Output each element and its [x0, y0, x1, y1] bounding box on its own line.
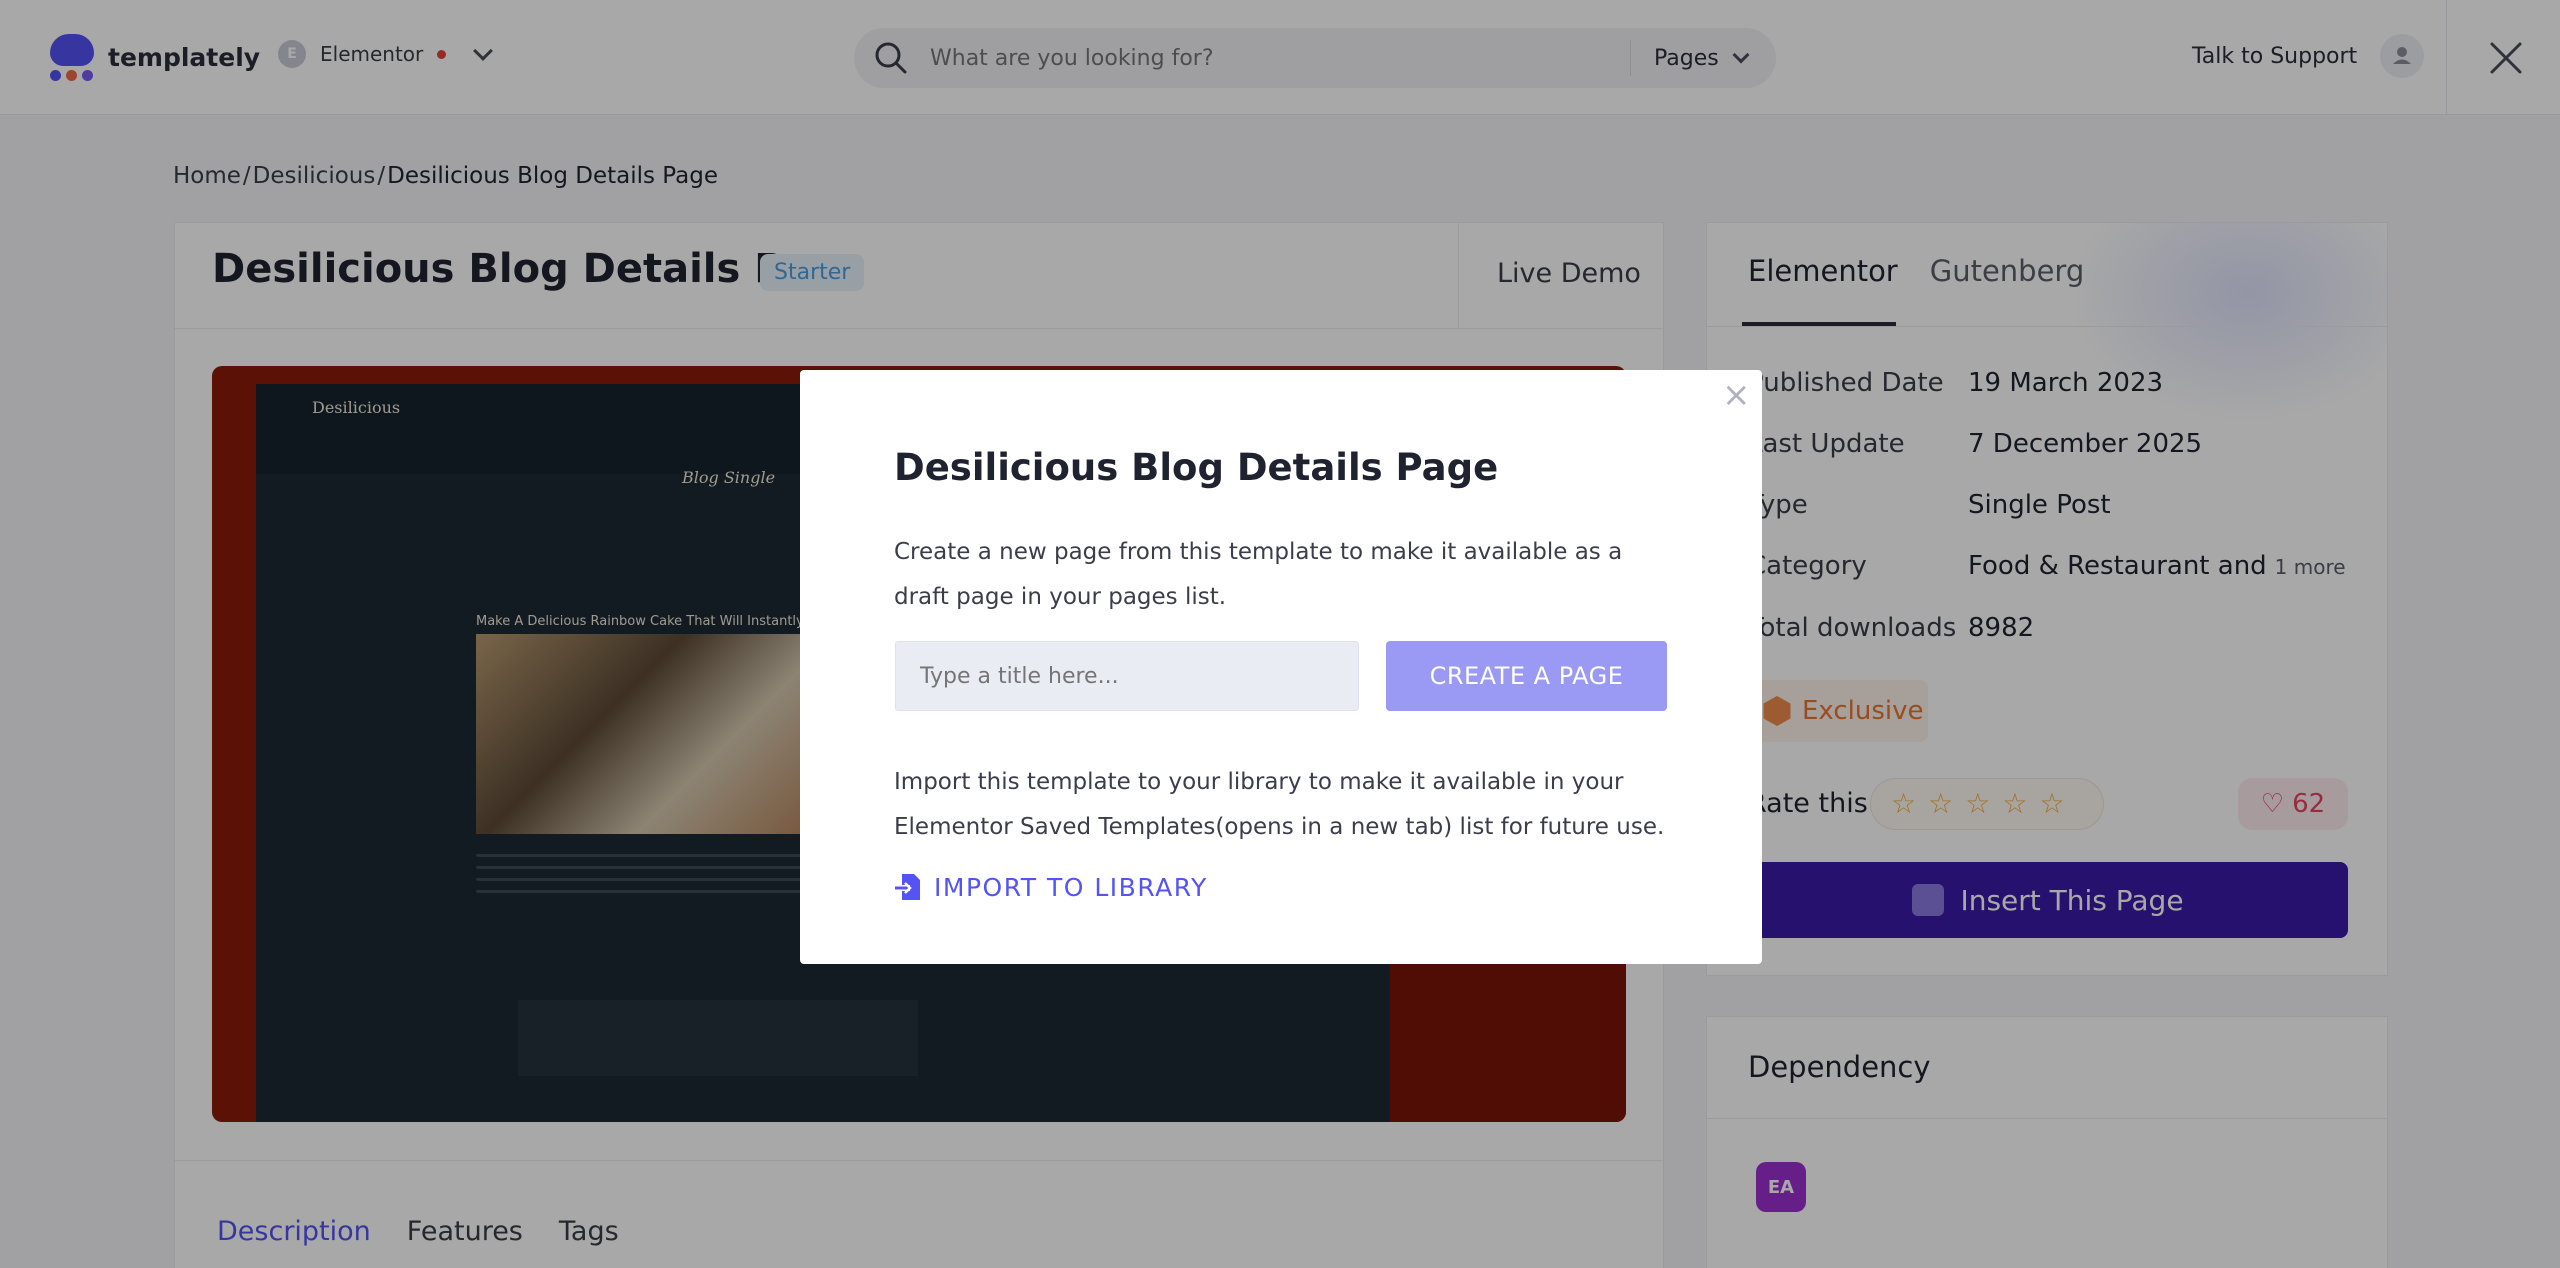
import-icon	[894, 874, 920, 900]
modal-title: Desilicious Blog Details Page	[894, 446, 1499, 489]
import-description: Import this template to your library to …	[894, 769, 1665, 840]
import-to-library-button[interactable]: IMPORT TO LIBRARY	[894, 872, 1208, 902]
page-title-input[interactable]	[895, 641, 1359, 711]
import-label: IMPORT TO LIBRARY	[934, 872, 1208, 902]
modal-description: Create a new page from this template to …	[894, 539, 1623, 610]
create-page-button[interactable]: CREATE A PAGE	[1386, 641, 1667, 711]
close-icon[interactable]: ×	[1722, 378, 1751, 412]
